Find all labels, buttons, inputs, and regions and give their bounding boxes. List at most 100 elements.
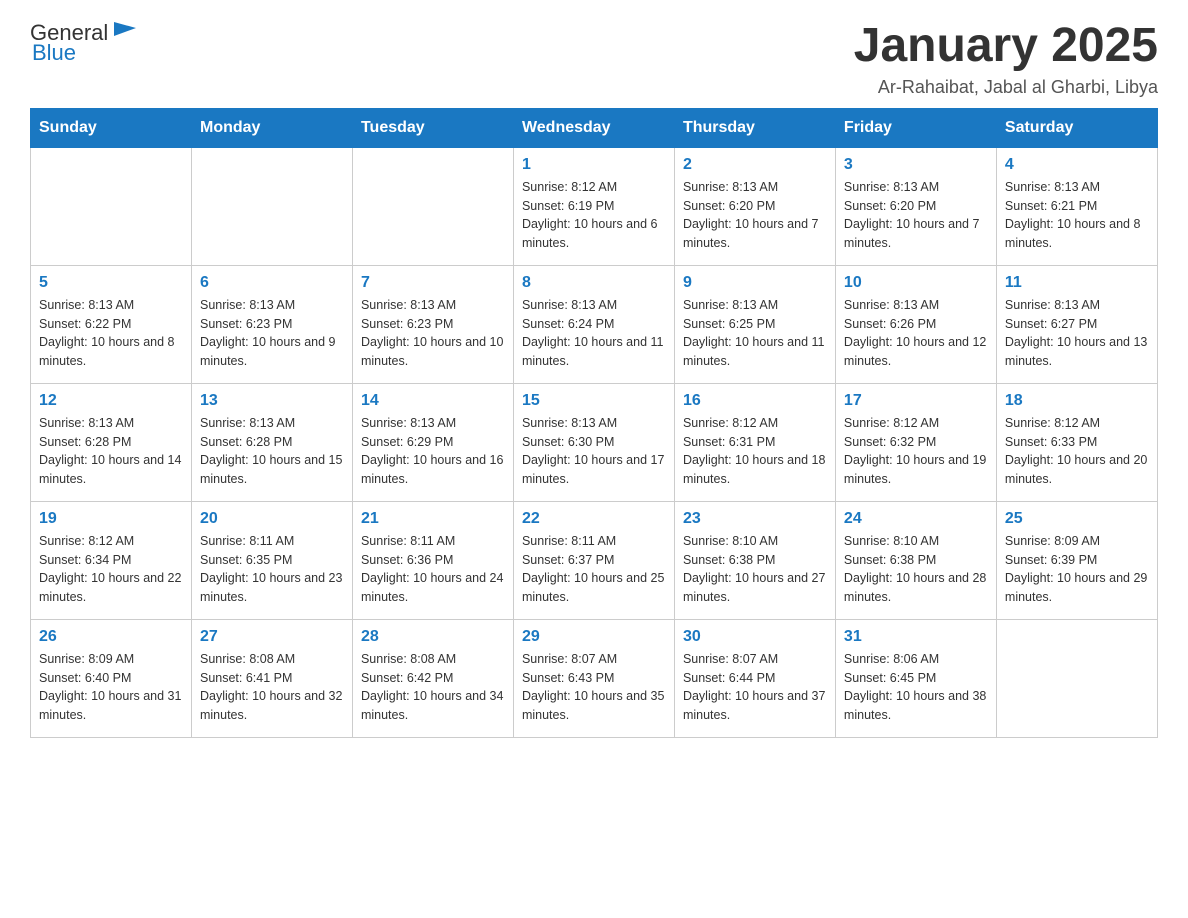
calendar-week-row: 5 Sunrise: 8:13 AMSunset: 6:22 PMDaylight… [31,265,1158,383]
calendar-week-row: 26 Sunrise: 8:09 AMSunset: 6:40 PMDayligh… [31,619,1158,737]
day-number: 14 [361,392,505,410]
calendar-day-10: 10 Sunrise: 8:13 AMSunset: 6:26 PMDayligh… [835,265,996,383]
day-info: Sunrise: 8:13 AMSunset: 6:24 PMDaylight:… [522,296,666,371]
calendar-day-empty [31,147,192,265]
day-number: 26 [39,628,183,646]
day-number: 12 [39,392,183,410]
day-info: Sunrise: 8:12 AMSunset: 6:31 PMDaylight:… [683,414,827,489]
day-number: 1 [522,156,666,174]
day-info: Sunrise: 8:13 AMSunset: 6:26 PMDaylight:… [844,296,988,371]
day-info: Sunrise: 8:13 AMSunset: 6:30 PMDaylight:… [522,414,666,489]
day-info: Sunrise: 8:08 AMSunset: 6:41 PMDaylight:… [200,650,344,725]
day-info: Sunrise: 8:12 AMSunset: 6:34 PMDaylight:… [39,532,183,607]
logo: General Blue [30,20,140,66]
day-number: 17 [844,392,988,410]
day-info: Sunrise: 8:13 AMSunset: 6:29 PMDaylight:… [361,414,505,489]
day-info: Sunrise: 8:12 AMSunset: 6:19 PMDaylight:… [522,178,666,253]
day-number: 9 [683,274,827,292]
day-info: Sunrise: 8:08 AMSunset: 6:42 PMDaylight:… [361,650,505,725]
day-number: 4 [1005,156,1149,174]
day-info: Sunrise: 8:12 AMSunset: 6:32 PMDaylight:… [844,414,988,489]
day-number: 13 [200,392,344,410]
calendar-day-13: 13 Sunrise: 8:13 AMSunset: 6:28 PMDayligh… [191,383,352,501]
day-info: Sunrise: 8:10 AMSunset: 6:38 PMDaylight:… [683,532,827,607]
day-info: Sunrise: 8:13 AMSunset: 6:27 PMDaylight:… [1005,296,1149,371]
calendar-day-empty [996,619,1157,737]
calendar-day-20: 20Sunrise: 8:11 AMSunset: 6:35 PMDayligh… [191,501,352,619]
day-number: 6 [200,274,344,292]
column-header-saturday: Saturday [996,108,1157,147]
calendar-day-3: 3 Sunrise: 8:13 AMSunset: 6:20 PMDaylight… [835,147,996,265]
day-info: Sunrise: 8:07 AMSunset: 6:43 PMDaylight:… [522,650,666,725]
day-info: Sunrise: 8:10 AMSunset: 6:38 PMDaylight:… [844,532,988,607]
calendar-day-27: 27 Sunrise: 8:08 AMSunset: 6:41 PMDayligh… [191,619,352,737]
month-title: January 2025 [854,20,1158,73]
day-number: 24 [844,510,988,528]
day-number: 5 [39,274,183,292]
day-info: Sunrise: 8:13 AMSunset: 6:23 PMDaylight:… [200,296,344,371]
day-number: 29 [522,628,666,646]
day-number: 30 [683,628,827,646]
calendar-day-26: 26 Sunrise: 8:09 AMSunset: 6:40 PMDayligh… [31,619,192,737]
day-info: Sunrise: 8:13 AMSunset: 6:22 PMDaylight:… [39,296,183,371]
day-number: 15 [522,392,666,410]
day-info: Sunrise: 8:13 AMSunset: 6:28 PMDaylight:… [200,414,344,489]
column-header-monday: Monday [191,108,352,147]
page-header: General Blue January 2025 Ar-Rahaibat, J… [30,20,1158,98]
title-area: January 2025 Ar-Rahaibat, Jabal al Gharb… [854,20,1158,98]
column-header-wednesday: Wednesday [513,108,674,147]
day-number: 10 [844,274,988,292]
day-number: 8 [522,274,666,292]
calendar-day-1: 1 Sunrise: 8:12 AMSunset: 6:19 PMDaylight… [513,147,674,265]
logo-flag-icon [110,18,140,46]
day-info: Sunrise: 8:11 AMSunset: 6:36 PMDaylight:… [361,532,505,607]
day-info: Sunrise: 8:06 AMSunset: 6:45 PMDaylight:… [844,650,988,725]
day-info: Sunrise: 8:13 AMSunset: 6:20 PMDaylight:… [844,178,988,253]
day-info: Sunrise: 8:11 AMSunset: 6:35 PMDaylight:… [200,532,344,607]
calendar-day-30: 30Sunrise: 8:07 AMSunset: 6:44 PMDayligh… [674,619,835,737]
calendar-day-5: 5 Sunrise: 8:13 AMSunset: 6:22 PMDaylight… [31,265,192,383]
calendar-day-17: 17 Sunrise: 8:12 AMSunset: 6:32 PMDayligh… [835,383,996,501]
day-info: Sunrise: 8:13 AMSunset: 6:28 PMDaylight:… [39,414,183,489]
calendar-day-8: 8 Sunrise: 8:13 AMSunset: 6:24 PMDaylight… [513,265,674,383]
calendar-week-row: 1 Sunrise: 8:12 AMSunset: 6:19 PMDaylight… [31,147,1158,265]
calendar-day-23: 23 Sunrise: 8:10 AMSunset: 6:38 PMDayligh… [674,501,835,619]
calendar-day-empty [352,147,513,265]
day-number: 7 [361,274,505,292]
column-header-tuesday: Tuesday [352,108,513,147]
column-header-thursday: Thursday [674,108,835,147]
calendar-header-row: SundayMondayTuesdayWednesdayThursdayFrid… [31,108,1158,147]
day-number: 27 [200,628,344,646]
day-number: 18 [1005,392,1149,410]
calendar-table: SundayMondayTuesdayWednesdayThursdayFrid… [30,108,1158,738]
day-number: 31 [844,628,988,646]
column-header-friday: Friday [835,108,996,147]
calendar-day-6: 6 Sunrise: 8:13 AMSunset: 6:23 PMDaylight… [191,265,352,383]
column-header-sunday: Sunday [31,108,192,147]
calendar-day-12: 12 Sunrise: 8:13 AMSunset: 6:28 PMDayligh… [31,383,192,501]
day-number: 11 [1005,274,1149,292]
day-info: Sunrise: 8:13 AMSunset: 6:25 PMDaylight:… [683,296,827,371]
calendar-day-31: 31 Sunrise: 8:06 AMSunset: 6:45 PMDayligh… [835,619,996,737]
calendar-day-2: 2 Sunrise: 8:13 AMSunset: 6:20 PMDaylight… [674,147,835,265]
calendar-day-24: 24 Sunrise: 8:10 AMSunset: 6:38 PMDayligh… [835,501,996,619]
day-info: Sunrise: 8:13 AMSunset: 6:21 PMDaylight:… [1005,178,1149,253]
calendar-day-22: 22Sunrise: 8:11 AMSunset: 6:37 PMDayligh… [513,501,674,619]
calendar-day-7: 7 Sunrise: 8:13 AMSunset: 6:23 PMDaylight… [352,265,513,383]
day-number: 2 [683,156,827,174]
calendar-day-9: 9 Sunrise: 8:13 AMSunset: 6:25 PMDaylight… [674,265,835,383]
day-info: Sunrise: 8:13 AMSunset: 6:23 PMDaylight:… [361,296,505,371]
day-info: Sunrise: 8:13 AMSunset: 6:20 PMDaylight:… [683,178,827,253]
day-number: 3 [844,156,988,174]
location: Ar-Rahaibat, Jabal al Gharbi, Libya [854,77,1158,98]
calendar-day-28: 28Sunrise: 8:08 AMSunset: 6:42 PMDayligh… [352,619,513,737]
day-info: Sunrise: 8:09 AMSunset: 6:40 PMDaylight:… [39,650,183,725]
calendar-day-25: 25Sunrise: 8:09 AMSunset: 6:39 PMDayligh… [996,501,1157,619]
calendar-day-19: 19Sunrise: 8:12 AMSunset: 6:34 PMDayligh… [31,501,192,619]
day-number: 23 [683,510,827,528]
calendar-day-16: 16Sunrise: 8:12 AMSunset: 6:31 PMDayligh… [674,383,835,501]
calendar-day-11: 11 Sunrise: 8:13 AMSunset: 6:27 PMDayligh… [996,265,1157,383]
calendar-week-row: 12 Sunrise: 8:13 AMSunset: 6:28 PMDayligh… [31,383,1158,501]
day-number: 25 [1005,510,1149,528]
day-info: Sunrise: 8:12 AMSunset: 6:33 PMDaylight:… [1005,414,1149,489]
